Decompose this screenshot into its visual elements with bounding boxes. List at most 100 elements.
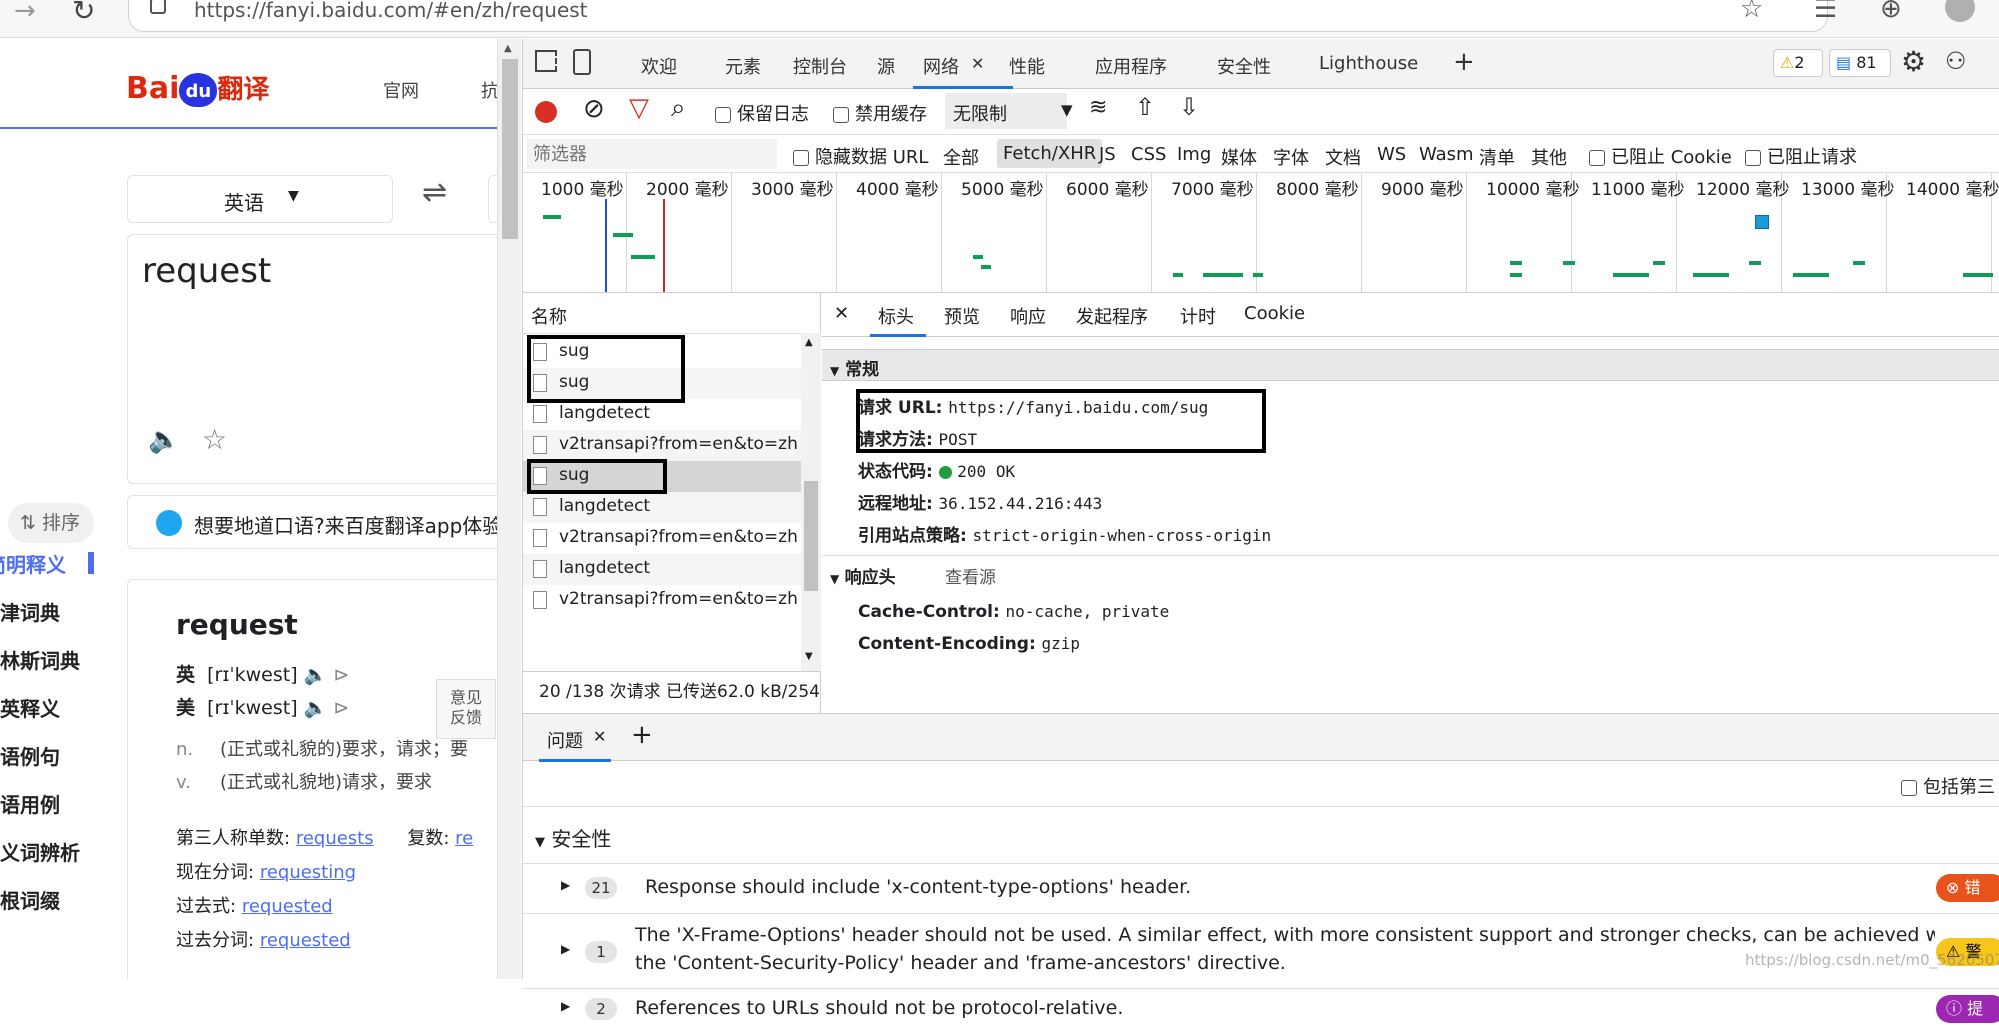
device-toggle-icon[interactable] xyxy=(573,49,591,75)
reload-icon[interactable]: ↻ xyxy=(72,0,95,27)
customize-icon[interactable]: ⚇ xyxy=(1945,47,1967,75)
warning-counter[interactable]: ⚠2 xyxy=(1773,49,1823,77)
inspect-icon[interactable] xyxy=(535,50,557,72)
feedback-button[interactable]: 意见 反馈 xyxy=(436,679,496,739)
baidu-logo[interactable]: Bai du 翻译 xyxy=(126,69,269,107)
drawer-add-tab-icon[interactable]: + xyxy=(631,720,653,750)
type-filter-js[interactable]: JS xyxy=(1099,144,1116,165)
type-filter-css[interactable]: CSS xyxy=(1131,144,1166,165)
page-scrollbar[interactable]: ▲ xyxy=(497,39,521,979)
detail-tab-timing[interactable]: 计时 xyxy=(1180,303,1216,329)
filter-icon[interactable]: ▽ xyxy=(629,93,649,123)
page-scroll-up-icon[interactable]: ▲ xyxy=(504,43,512,54)
detail-tab-response[interactable]: 响应 xyxy=(1010,303,1046,329)
source-text[interactable]: request xyxy=(142,251,271,291)
blocked-cookies-checkbox[interactable]: 已阻止 Cookie xyxy=(1589,143,1732,169)
uk-play-icon[interactable]: ⊳ xyxy=(333,664,349,686)
name-column-header[interactable]: 名称 xyxy=(531,303,567,329)
sort-button[interactable]: ⇅ 排序 xyxy=(8,503,94,543)
tab-console[interactable]: 控制台 xyxy=(793,53,847,79)
us-play-icon[interactable]: ⊳ xyxy=(333,697,349,719)
profile-avatar[interactable] xyxy=(1945,0,1975,22)
left-nav-item[interactable]: 双语例句 xyxy=(0,741,100,770)
table-row[interactable]: v2transapi?from=en&to=zh xyxy=(523,523,801,554)
search-icon[interactable]: ⌕ xyxy=(671,93,686,124)
nav-partial[interactable]: 抗 xyxy=(481,77,497,103)
message-counter[interactable]: ▤ 81 xyxy=(1829,49,1891,77)
add-tab-icon[interactable]: + xyxy=(1453,47,1475,77)
back-icon[interactable]: → xyxy=(14,0,36,26)
type-filter-ws[interactable]: WS xyxy=(1377,144,1406,165)
checkbox[interactable] xyxy=(793,150,809,166)
tab-security[interactable]: 安全性 xyxy=(1217,53,1271,79)
drawer-tab-close-icon[interactable]: ✕ xyxy=(593,727,606,746)
list-scroll-up-icon[interactable]: ▲ xyxy=(805,337,813,348)
general-section-header[interactable]: ▼ 常规 xyxy=(822,349,1999,381)
type-filter-font[interactable]: 字体 xyxy=(1273,144,1309,170)
app-banner[interactable]: 想要地道口语?来百度翻译app体验 xyxy=(127,495,497,549)
type-filter-img[interactable]: Img xyxy=(1177,144,1211,165)
form-link[interactable]: re xyxy=(455,828,473,849)
timeline-overview[interactable]: 1000 毫秒 2000 毫秒 3000 毫秒 4000 毫秒 5000 毫秒 … xyxy=(523,173,1999,293)
us-speaker-icon[interactable]: 🔈 xyxy=(304,697,328,719)
table-row[interactable]: langdetect xyxy=(523,492,801,523)
table-row[interactable]: langdetect xyxy=(523,554,801,585)
response-headers-header[interactable]: ▼ 响应头 查看源 xyxy=(830,563,996,588)
drawer-tab-issues[interactable]: 问题 xyxy=(547,727,583,753)
tab-network[interactable]: 网络 xyxy=(923,53,959,79)
tab-welcome[interactable]: 欢迎 xyxy=(641,53,677,79)
form-link[interactable]: requested xyxy=(242,896,333,917)
issue-row[interactable]: ▶ 21 Response should include 'x-content-… xyxy=(523,863,1999,913)
detail-tab-preview[interactable]: 预览 xyxy=(944,303,980,329)
star-icon[interactable]: ☆ xyxy=(202,423,227,456)
view-source-link[interactable]: 查看源 xyxy=(945,568,996,588)
lock-icon[interactable] xyxy=(150,0,166,14)
tab-sources[interactable]: 源 xyxy=(877,53,895,79)
tab-network-close-icon[interactable]: ✕ xyxy=(971,54,984,73)
left-nav-item[interactable]: 柯林斯词典 xyxy=(0,645,100,674)
left-nav-item[interactable]: 英英释义 xyxy=(0,693,100,722)
form-link[interactable]: requested xyxy=(260,930,351,951)
page-scroll-thumb[interactable] xyxy=(502,59,518,239)
clear-icon[interactable]: ⊘ xyxy=(583,94,605,124)
import-har-icon[interactable]: ⇧ xyxy=(1135,93,1155,121)
list-scroll-thumb[interactable] xyxy=(804,481,818,591)
left-nav-item[interactable]: 牛津词典 xyxy=(0,597,100,626)
detail-tab-cookie[interactable]: Cookie xyxy=(1244,303,1305,324)
speaker-icon[interactable]: 🔈 xyxy=(148,425,180,455)
detail-tab-headers[interactable]: 标头 xyxy=(878,303,914,329)
table-row[interactable]: v2transapi?from=en&to=zh xyxy=(523,585,801,616)
include-third-party-checkbox[interactable]: 包括第三 xyxy=(1901,773,1995,799)
table-row[interactable]: langdetect xyxy=(523,399,801,430)
checkbox[interactable] xyxy=(715,107,731,123)
issue-row[interactable]: ▶ 2 References to URLs should not be pro… xyxy=(523,988,1999,1028)
network-conditions-icon[interactable]: ≋ xyxy=(1089,95,1107,120)
record-icon[interactable] xyxy=(535,101,557,123)
throttle-caret-icon[interactable]: ▼ xyxy=(1061,101,1073,119)
type-filter-media[interactable]: 媒体 xyxy=(1221,144,1257,170)
blocked-requests-checkbox[interactable]: 已阻止请求 xyxy=(1745,143,1857,169)
favorite-add-icon[interactable]: ☆ xyxy=(1740,0,1763,24)
form-link[interactable]: requests xyxy=(296,828,374,849)
detail-tab-initiator[interactable]: 发起程序 xyxy=(1076,303,1148,329)
hide-data-url-checkbox[interactable]: 隐藏数据 URL xyxy=(793,143,928,169)
tab-lighthouse[interactable]: Lighthouse xyxy=(1319,53,1418,74)
type-filter-manifest[interactable]: 清单 xyxy=(1479,144,1515,170)
swap-icon[interactable]: ⇌ xyxy=(422,175,447,210)
left-nav-item[interactable]: 词根词缀 xyxy=(0,885,100,914)
disable-cache-checkbox[interactable]: 禁用缓存 xyxy=(833,100,927,126)
checkbox[interactable] xyxy=(1901,780,1917,796)
favorites-icon[interactable]: ☰ xyxy=(1814,0,1837,24)
security-section-header[interactable]: ▼ 安全性 xyxy=(535,823,611,852)
form-link[interactable]: requesting xyxy=(260,862,356,883)
throttle-select[interactable]: 无限制 xyxy=(945,93,1067,129)
lang-from-select[interactable]: 英语 ▼ xyxy=(127,175,393,223)
input-panel[interactable]: request 🔈 ☆ xyxy=(127,234,497,484)
table-row[interactable]: v2transapi?from=en&to=zh xyxy=(523,430,801,461)
uk-speaker-icon[interactable]: 🔈 xyxy=(304,664,328,686)
left-nav-item[interactable]: 短语用例 xyxy=(0,789,100,818)
checkbox[interactable] xyxy=(833,107,849,123)
preserve-log-checkbox[interactable]: 保留日志 xyxy=(715,100,809,126)
type-filter-other[interactable]: 其他 xyxy=(1531,144,1567,170)
list-scroll-down-icon[interactable]: ▼ xyxy=(805,651,813,662)
